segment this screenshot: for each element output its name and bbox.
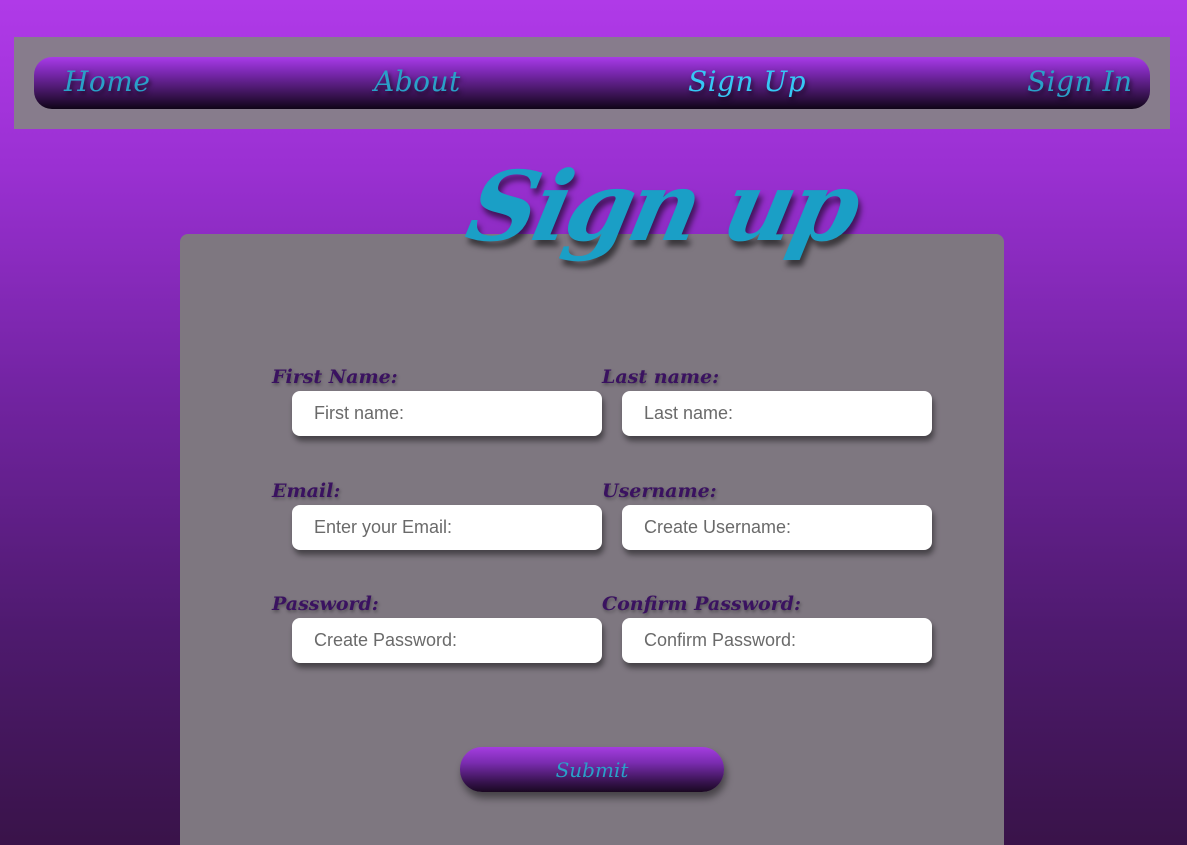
- nav-panel: Home About Sign Up Sign In: [14, 37, 1170, 129]
- last-name-label: Last name:: [602, 366, 720, 388]
- last-name-input[interactable]: [622, 391, 932, 436]
- nav-link-home[interactable]: Home: [64, 65, 150, 98]
- nav-bar: Home About Sign Up Sign In: [34, 57, 1150, 109]
- confirm-password-input[interactable]: [622, 618, 932, 663]
- nav-link-signup[interactable]: Sign Up: [688, 65, 806, 98]
- username-label: Username:: [602, 480, 717, 502]
- confirm-password-label: Confirm Password:: [602, 593, 801, 615]
- first-name-input[interactable]: [292, 391, 602, 436]
- nav-link-about[interactable]: About: [374, 65, 461, 98]
- nav-link-signin[interactable]: Sign In: [1027, 65, 1133, 98]
- page-title: Sign up: [457, 150, 868, 263]
- password-label: Password:: [272, 593, 379, 615]
- submit-button[interactable]: Submit: [460, 747, 724, 792]
- password-input[interactable]: [292, 618, 602, 663]
- email-label: Email:: [272, 480, 341, 502]
- email-input[interactable]: [292, 505, 602, 550]
- username-input[interactable]: [622, 505, 932, 550]
- first-name-label: First Name:: [272, 366, 398, 388]
